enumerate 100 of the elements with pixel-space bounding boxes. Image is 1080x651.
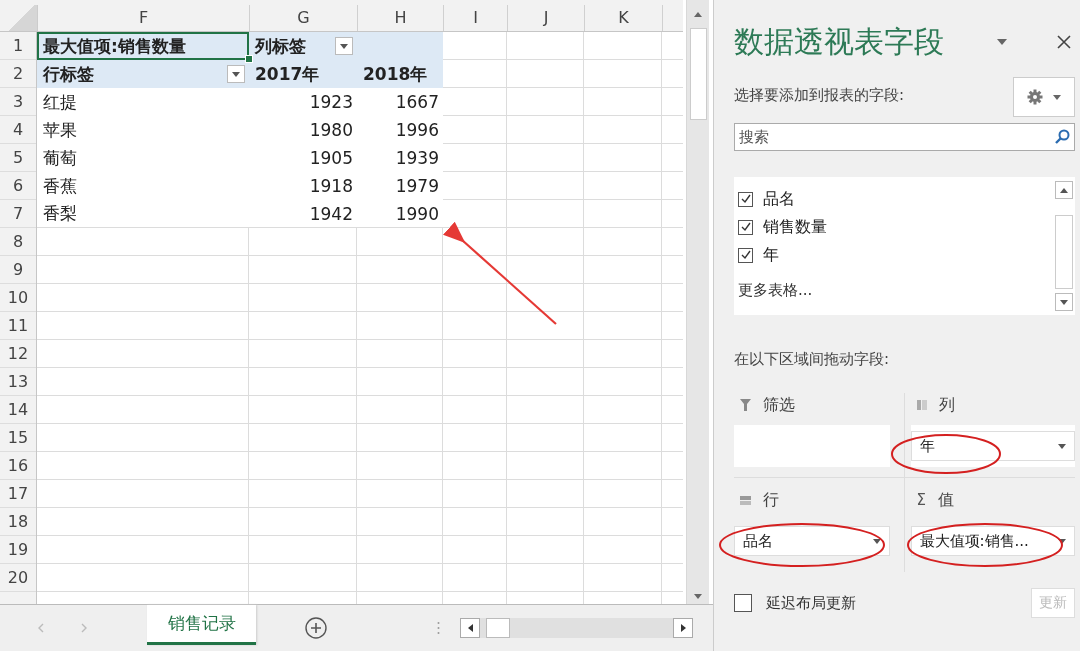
table-cell-text: 1979	[394, 175, 440, 198]
table-cell-text: 1942	[308, 202, 354, 226]
scroll-up-button[interactable]	[1055, 181, 1073, 199]
gear-icon	[1027, 89, 1043, 105]
table-cell-text: 1980	[308, 119, 354, 142]
column-header[interactable]: F	[38, 5, 250, 31]
area-drop-zone[interactable]: 品名	[734, 520, 890, 562]
area-label: 行	[763, 489, 779, 511]
scroll-up-icon[interactable]	[694, 12, 702, 17]
table-cell-text: 2018年	[362, 62, 429, 86]
table-cell-text: 1918	[308, 175, 354, 198]
scroll-thumb[interactable]	[486, 618, 510, 639]
row-header[interactable]: 17	[0, 480, 36, 508]
table-cell-text: 苹果	[42, 118, 78, 142]
row-header[interactable]: 3	[0, 88, 36, 116]
row-header[interactable]: 12	[0, 340, 36, 368]
field-chip[interactable]: 品名	[734, 526, 890, 556]
table-cell-text: 1939	[394, 147, 440, 170]
area-drop-zone[interactable]: 年	[910, 425, 1075, 467]
row-header[interactable]: 4	[0, 116, 36, 144]
row-header[interactable]: 11	[0, 312, 36, 340]
horizontal-scrollbar[interactable]	[460, 618, 693, 639]
row-header[interactable]: 16	[0, 452, 36, 480]
column-header[interactable]: K	[585, 5, 663, 31]
vertical-scrollbar[interactable]	[686, 0, 709, 605]
caret-icon	[1058, 443, 1066, 449]
panel-title: 数据透视表字段	[734, 22, 945, 61]
add-sheet-icon[interactable]	[305, 617, 327, 640]
defer-checkbox[interactable]	[734, 594, 752, 612]
table-cell-text: 2017年	[254, 62, 321, 86]
caret-icon	[1058, 538, 1066, 544]
field-chip[interactable]: 年	[910, 431, 1075, 461]
row-header[interactable]: 8	[0, 228, 36, 256]
search-icon[interactable]	[1054, 129, 1070, 145]
row-header[interactable]: 18	[0, 508, 36, 536]
table-cell-text: 红提	[42, 90, 78, 114]
column-header[interactable]: H	[358, 5, 444, 31]
caret-icon	[1053, 94, 1061, 100]
row-header[interactable]: 20	[0, 564, 36, 592]
scroll-thumb[interactable]	[690, 28, 707, 120]
table-cell-text: 1923	[308, 91, 354, 114]
field-checkbox[interactable]	[738, 247, 753, 263]
row-header[interactable]: 14	[0, 396, 36, 424]
table-cell-text: 1667	[394, 91, 440, 114]
columns-icon	[916, 400, 927, 410]
search-field[interactable]: 搜索	[734, 123, 1075, 151]
filter-dropdown-button[interactable]	[335, 37, 353, 55]
row-header[interactable]: 1	[0, 32, 36, 60]
defer-label[interactable]: 延迟布局更新	[766, 593, 1031, 613]
settings-button[interactable]	[1013, 77, 1075, 117]
field-label[interactable]: 品名	[763, 188, 795, 210]
filter-dropdown-button[interactable]	[227, 65, 245, 83]
field-list-label: 选择要添加到报表的字段:	[734, 85, 905, 105]
column-header[interactable]: G	[250, 5, 358, 31]
field-chip[interactable]: 最大值项:销售...	[910, 526, 1075, 556]
sum-icon: Σ	[916, 491, 926, 509]
area-label: 值	[938, 489, 954, 511]
left-arrow-icon	[467, 624, 473, 633]
scroll-down-button[interactable]	[1055, 293, 1073, 311]
area-drop-zone[interactable]: 最大值项:销售...	[910, 520, 1075, 562]
rows-icon	[740, 495, 751, 505]
row-header[interactable]: 5	[0, 144, 36, 172]
up-arrow-icon	[1060, 187, 1068, 193]
scroll-thumb[interactable]	[1055, 215, 1073, 289]
table-cell-text: 香梨	[42, 202, 78, 225]
table-cell-text: 1905	[308, 147, 354, 170]
field-checkbox[interactable]	[738, 191, 753, 207]
column-header[interactable]: I	[444, 5, 508, 31]
caret-icon	[340, 43, 348, 49]
row-header[interactable]: 6	[0, 172, 36, 200]
filter-icon	[740, 399, 751, 411]
right-arrow-icon	[680, 624, 686, 633]
row-header[interactable]: 7	[0, 200, 36, 228]
row-header[interactable]: 15	[0, 424, 36, 452]
scroll-left-button[interactable]	[460, 618, 480, 639]
sheet-tab[interactable]: 销售记录	[147, 605, 256, 646]
fill-handle[interactable]	[245, 55, 253, 63]
row-header[interactable]: 10	[0, 284, 36, 312]
field-label[interactable]: 销售数量	[763, 216, 827, 238]
area-label: 列	[938, 394, 955, 416]
panel-options-caret-icon[interactable]	[997, 39, 1007, 45]
row-header[interactable]: 13	[0, 368, 36, 396]
scroll-right-button[interactable]	[673, 618, 693, 639]
table-cell-text: 行标签	[42, 62, 95, 86]
row-header[interactable]: 19	[0, 536, 36, 564]
splitter-handle-icon[interactable]	[437, 621, 440, 636]
field-label[interactable]: 年	[763, 244, 779, 266]
row-header[interactable]: 9	[0, 256, 36, 284]
table-cell-text: 列标签	[253, 34, 307, 58]
scroll-down-icon[interactable]	[694, 594, 702, 600]
area-label: 筛选	[763, 394, 795, 416]
row-header[interactable]: 2	[0, 60, 36, 88]
table-cell-text: 葡萄	[42, 146, 78, 170]
column-header[interactable]: J	[508, 5, 585, 31]
table-cell-text: 1996	[394, 119, 440, 142]
close-icon[interactable]	[1057, 35, 1071, 49]
more-tables-link[interactable]: 更多表格...	[738, 281, 1053, 300]
areas-label: 在以下区域间拖动字段:	[734, 350, 891, 369]
field-checkbox[interactable]	[738, 219, 753, 235]
caret-icon	[232, 71, 240, 77]
